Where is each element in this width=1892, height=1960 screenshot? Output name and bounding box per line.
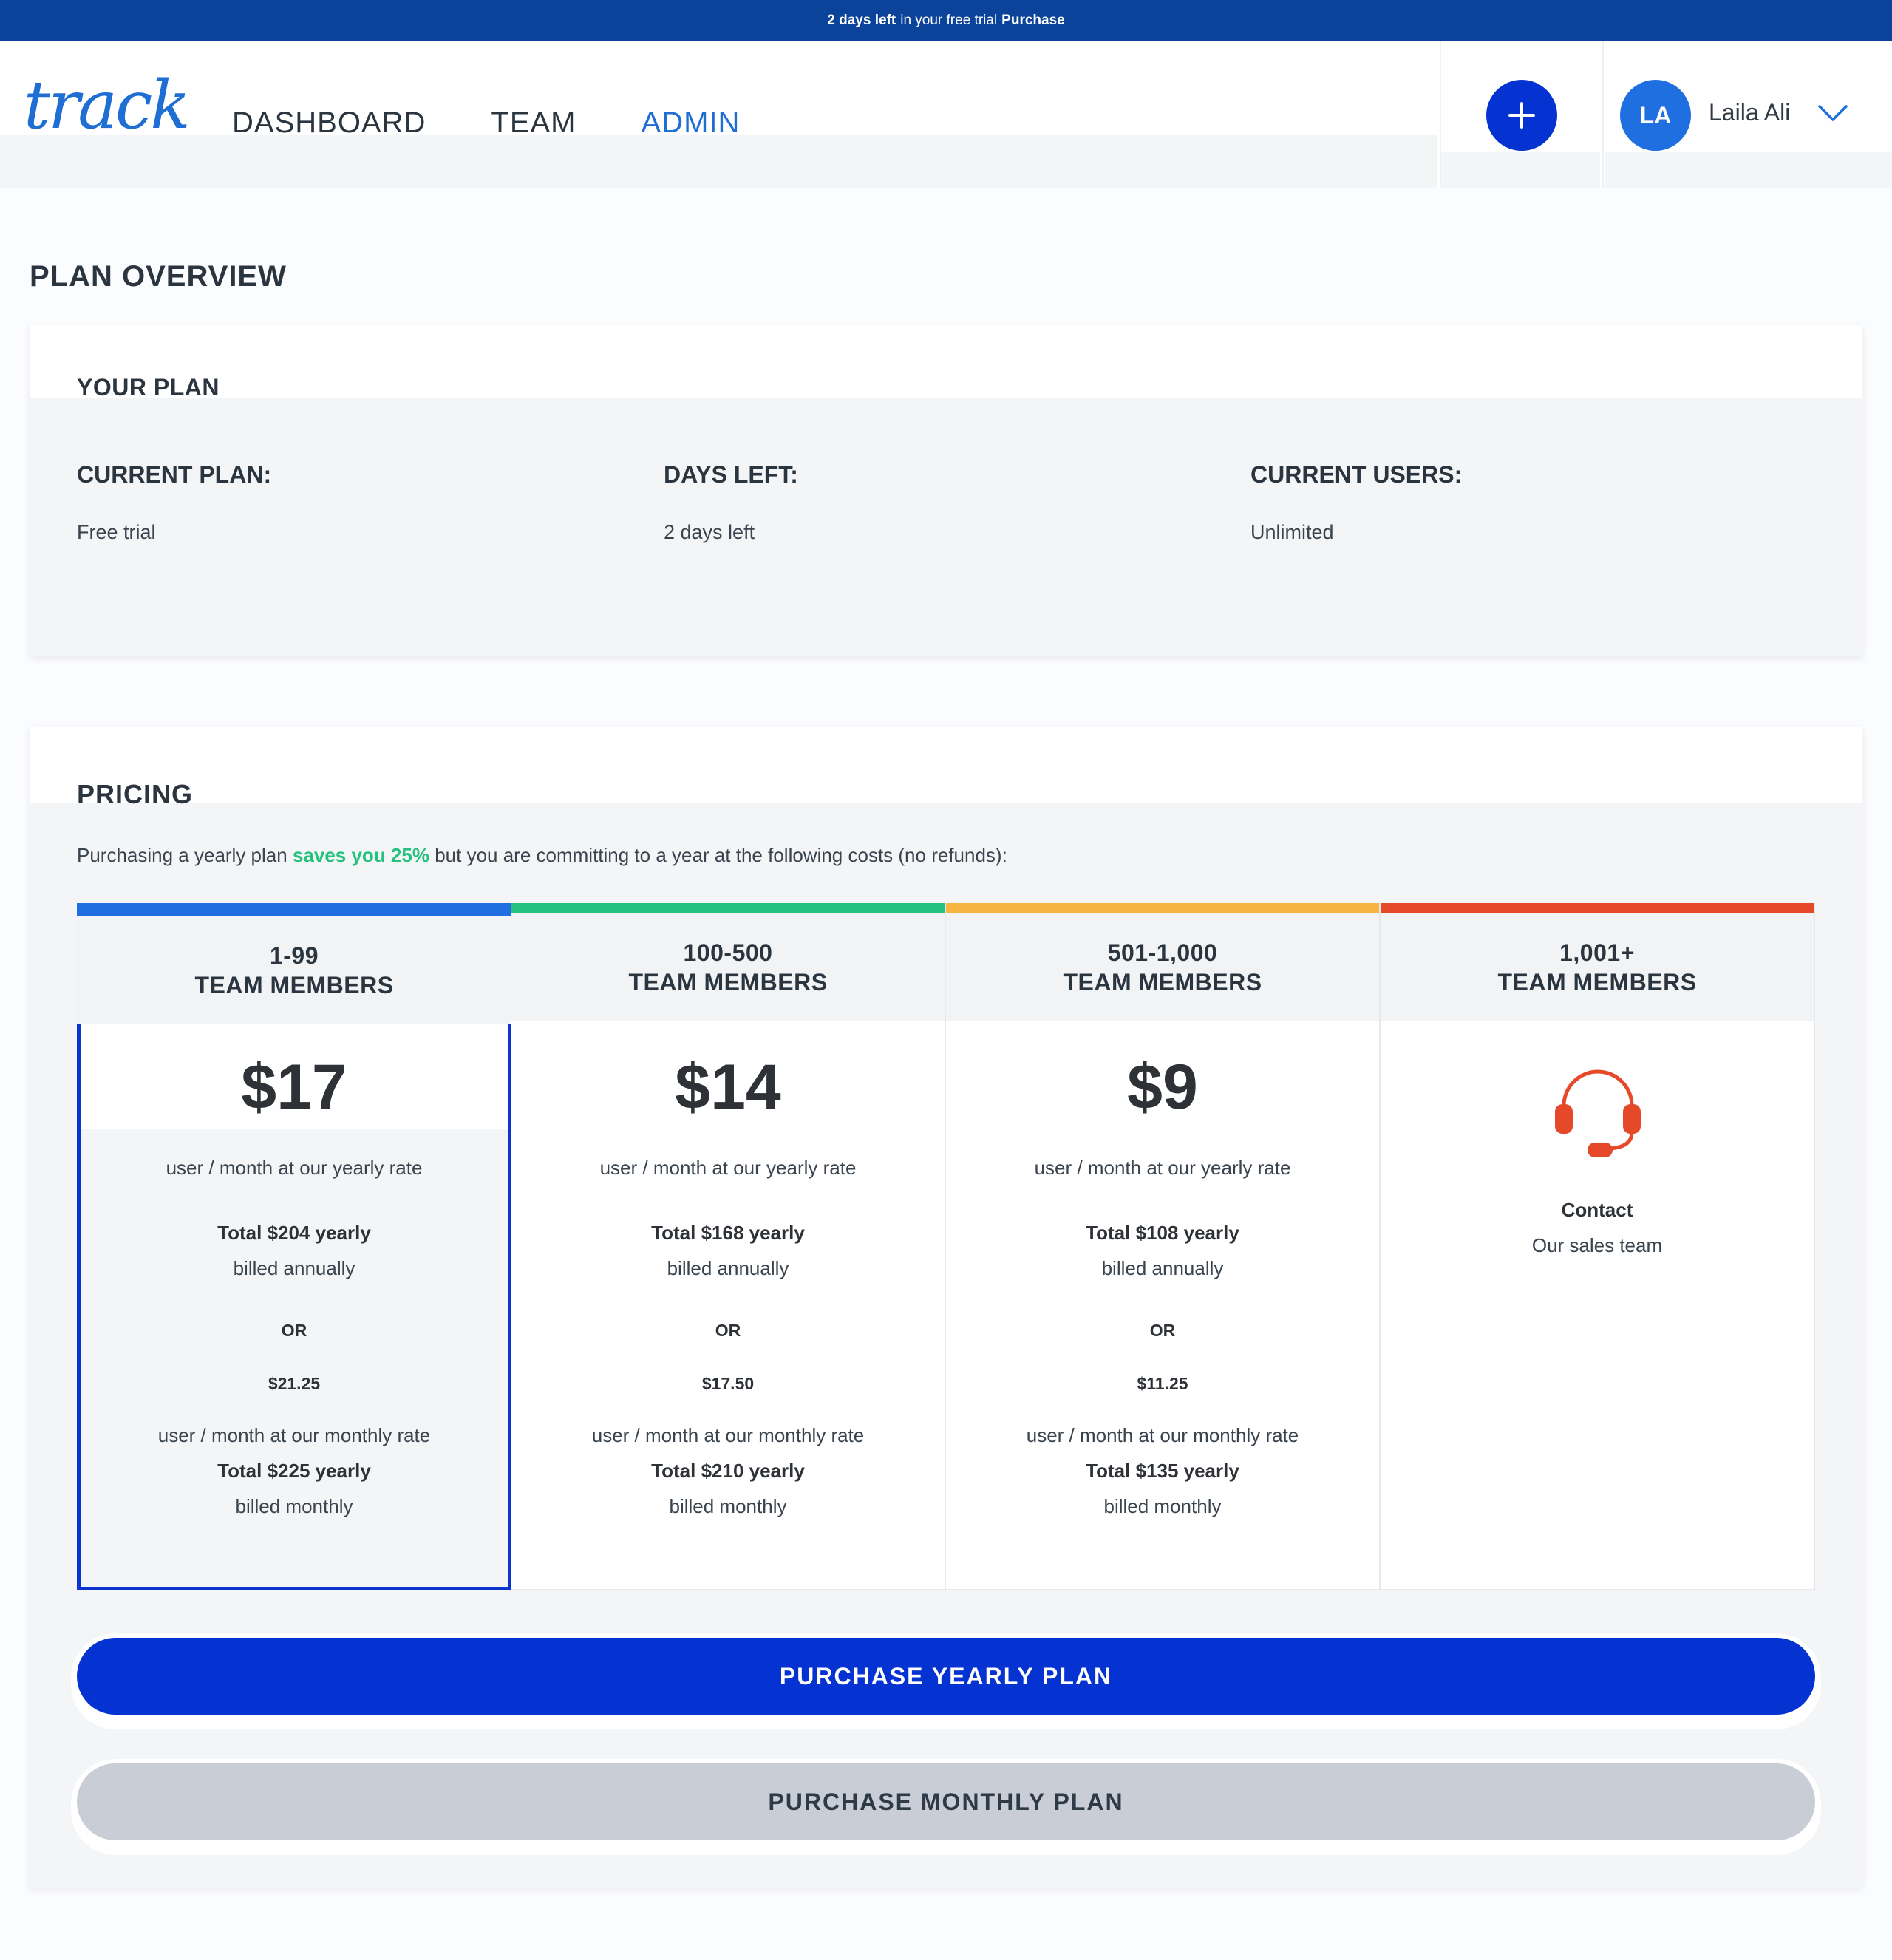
monthly-price: $11.25 <box>1137 1374 1188 1393</box>
trial-banner: 2 days left in your free trial Purchase <box>0 0 1892 41</box>
yearly-rate-text: user / month at our yearly rate <box>166 1157 423 1179</box>
pricing-intro: Purchasing a yearly plan saves you 25% b… <box>77 844 1007 866</box>
current-users-label: CURRENT USERS: <box>1250 461 1463 488</box>
main-nav: DASHBOARD TEAM ADMIN <box>232 105 805 140</box>
your-plan-card: YOUR PLAN CURRENT PLAN: Free trial DAYS … <box>30 325 1862 656</box>
or-divider: OR <box>715 1321 741 1340</box>
tier-members-label: TEAM MEMBERS <box>628 969 828 996</box>
tier-header: 1-99 TEAM MEMBERS <box>77 916 511 1024</box>
or-divider: OR <box>1149 1321 1176 1340</box>
monthly-rate-text: user / month at our monthly rate <box>1026 1424 1299 1446</box>
tier-header: 100-500 TEAM MEMBERS <box>511 913 945 1021</box>
tier-color-bar <box>1381 903 1814 913</box>
monthly-price: $21.25 <box>268 1374 321 1393</box>
current-users-field: CURRENT USERS: Unlimited <box>1250 461 1462 544</box>
tier-header: 1,001+ TEAM MEMBERS <box>1381 913 1814 1021</box>
yearly-total: Total $108 yearly <box>1086 1222 1239 1244</box>
monthly-billing: billed monthly <box>235 1495 353 1517</box>
tier-range: 501-1,000 <box>1107 939 1218 966</box>
headset-icon <box>1555 1069 1641 1157</box>
days-left-field: DAYS LEFT: 2 days left <box>664 461 798 544</box>
tier-1-99[interactable]: 1-99 TEAM MEMBERS $17 user / month at ou… <box>77 903 511 1590</box>
tier-header: 501-1,000 TEAM MEMBERS <box>946 913 1379 1021</box>
trial-days-left: 2 days left <box>827 13 896 28</box>
monthly-rate-text: user / month at our monthly rate <box>157 1424 431 1446</box>
tier-price: $9 <box>1127 1052 1198 1123</box>
or-divider: OR <box>281 1321 307 1340</box>
avatar[interactable]: LA <box>1620 80 1691 151</box>
yearly-billing: billed annually <box>1101 1257 1224 1279</box>
yearly-total: Total $204 yearly <box>217 1222 371 1244</box>
pricing-card: PRICING Purchasing a yearly plan saves y… <box>30 727 1862 1888</box>
monthly-total: Total $135 yearly <box>1086 1460 1239 1482</box>
contact-sales-link[interactable]: Our sales team <box>1381 1234 1814 1257</box>
your-plan-title: YOUR PLAN <box>77 374 220 401</box>
monthly-price: $17.50 <box>701 1374 755 1393</box>
monthly-billing: billed monthly <box>669 1495 787 1517</box>
yearly-rate-text: user / month at our yearly rate <box>1034 1157 1291 1179</box>
tier-members-label: TEAM MEMBERS <box>1063 969 1262 996</box>
current-plan-label: CURRENT PLAN: <box>77 461 272 488</box>
tier-100-500[interactable]: 100-500 TEAM MEMBERS $14 user / month at… <box>511 903 946 1590</box>
tier-price: $14 <box>675 1052 781 1123</box>
tier-range: 100-500 <box>683 939 773 966</box>
tier-range: 1-99 <box>269 942 319 969</box>
trial-banner-text: in your free trial <box>900 13 998 28</box>
tier-1001-plus[interactable]: 1,001+ TEAM MEMBERS Contact Our sales te… <box>1381 903 1815 1590</box>
monthly-billing: billed monthly <box>1103 1495 1222 1517</box>
tier-501-1000[interactable]: 501-1,000 TEAM MEMBERS $9 user / month a… <box>946 903 1381 1590</box>
tier-price: $17 <box>241 1052 347 1123</box>
tier-range: 1,001+ <box>1559 939 1635 966</box>
tier-members-label: TEAM MEMBERS <box>1497 969 1697 996</box>
contact-label: Contact <box>1561 1199 1633 1221</box>
top-header: track DASHBOARD TEAM ADMIN <box>0 41 1892 188</box>
monthly-total: Total $225 yearly <box>217 1460 371 1482</box>
trial-purchase-link[interactable]: Purchase <box>1001 13 1065 29</box>
add-button[interactable] <box>1486 80 1557 151</box>
nav-admin[interactable]: ADMIN <box>642 105 741 140</box>
user-name[interactable]: Laila Ali <box>1709 99 1790 126</box>
monthly-rate-text: user / month at our monthly rate <box>591 1424 865 1446</box>
nav-dashboard[interactable]: DASHBOARD <box>232 105 426 140</box>
tier-color-bar <box>511 903 945 913</box>
current-plan-field: CURRENT PLAN: Free trial <box>77 461 271 544</box>
monthly-total: Total $210 yearly <box>651 1460 805 1482</box>
tier-members-label: TEAM MEMBERS <box>194 972 394 998</box>
plus-icon <box>1508 102 1535 129</box>
yearly-billing: billed annually <box>667 1257 789 1279</box>
yearly-billing: billed annually <box>233 1257 355 1279</box>
chevron-down-icon[interactable] <box>1817 102 1849 124</box>
pricing-tiers: 1-99 TEAM MEMBERS $17 user / month at ou… <box>77 903 1815 1590</box>
tier-color-bar <box>77 903 511 916</box>
yearly-total: Total $168 yearly <box>651 1222 805 1244</box>
yearly-rate-text: user / month at our yearly rate <box>599 1157 857 1179</box>
days-left-label: DAYS LEFT: <box>664 461 798 488</box>
pricing-title: PRICING <box>77 779 194 809</box>
savings-highlight: saves you 25% <box>292 844 429 866</box>
days-left-value: 2 days left <box>664 521 755 543</box>
current-plan-value: Free trial <box>77 521 156 543</box>
current-users-value: Unlimited <box>1250 521 1334 543</box>
app-logo[interactable]: track <box>24 72 191 139</box>
page-title: PLAN OVERVIEW <box>30 260 287 293</box>
nav-team[interactable]: TEAM <box>491 105 576 140</box>
purchase-yearly-button[interactable]: PURCHASE YEARLY PLAN <box>77 1638 1815 1715</box>
purchase-monthly-button[interactable]: PURCHASE MONTHLY PLAN <box>77 1763 1815 1840</box>
tier-color-bar <box>946 903 1379 913</box>
